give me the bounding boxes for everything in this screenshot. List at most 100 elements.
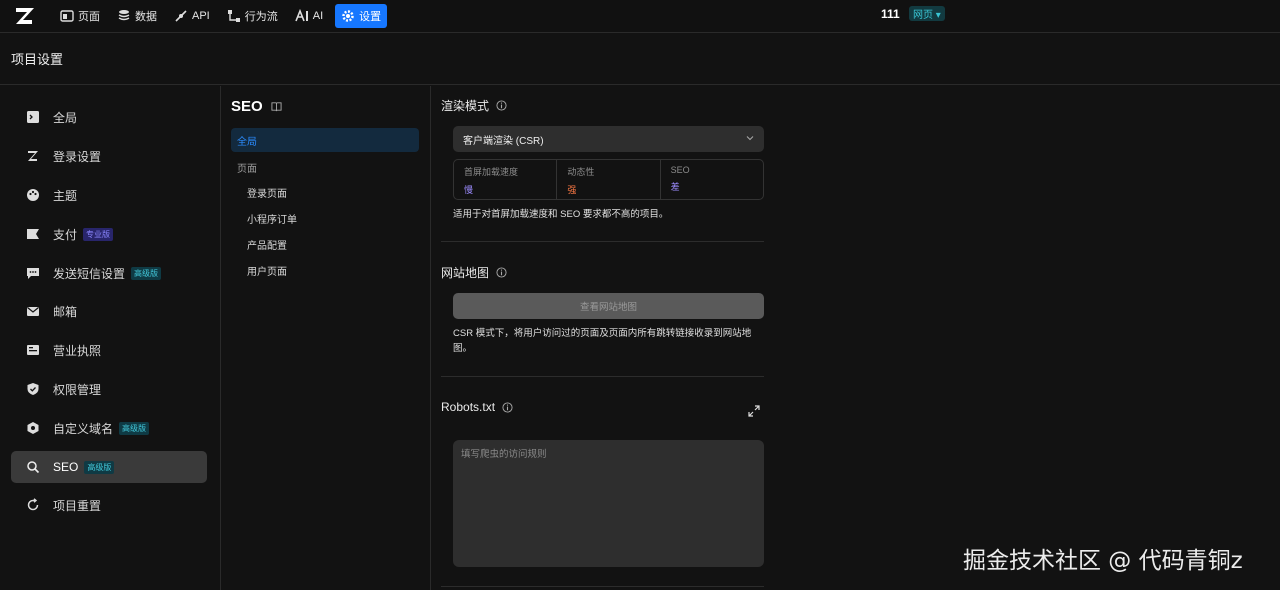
sidebar-item-theme[interactable]: 主题 xyxy=(11,179,207,211)
section-divider xyxy=(441,241,764,242)
reset-icon xyxy=(26,498,40,512)
search-icon xyxy=(26,460,40,474)
database-icon xyxy=(118,10,130,21)
flow-icon xyxy=(227,10,240,22)
sub-panel-title: SEO xyxy=(231,98,282,115)
sidebar-item-label: 邮箱 xyxy=(53,304,78,319)
sidebar-item-login[interactable]: 登录设置 xyxy=(11,140,207,172)
sidebar-item-payment[interactable]: 支付 专业版 xyxy=(11,218,207,250)
render-mode-select[interactable]: 客户端渲染 (CSR) xyxy=(453,126,764,152)
sitemap-description: CSR 模式下，将用户访问过的页面及页面内所有跳转链接收录到网站地图。 xyxy=(453,328,752,354)
sub-item-page[interactable]: 小程序订单 xyxy=(247,211,297,226)
robots-section-title: Robots.txt xyxy=(441,400,513,414)
watermark-text: 掘金技术社区 @ 代码青铜z xyxy=(963,548,1243,574)
robots-textarea[interactable] xyxy=(453,440,764,567)
domain-icon xyxy=(26,421,40,435)
top-bar: 页面 数据 API 行为流 AI 设置 111 网页 ▾ xyxy=(0,0,1280,33)
nav-api-label: API xyxy=(192,10,210,22)
info-icon[interactable] xyxy=(502,401,513,413)
advanced-badge: 高级版 xyxy=(131,266,162,280)
seo-sub-panel: SEO 全局 页面 登录页面 小程序订单 产品配置 用户页面 xyxy=(221,86,431,590)
info-icon[interactable] xyxy=(496,267,507,278)
sidebar-item-label: 权限管理 xyxy=(53,382,102,397)
sidebar-item-reset[interactable]: 项目重置 xyxy=(11,489,207,521)
expand-icon[interactable] xyxy=(748,405,760,417)
sub-group-pages: 页面 xyxy=(237,164,257,175)
sidebar-item-sms[interactable]: 发送短信设置 高级版 xyxy=(11,257,207,289)
sidebar-item-permission[interactable]: 权限管理 xyxy=(11,373,207,405)
project-name: 111 xyxy=(881,7,900,21)
api-icon xyxy=(175,10,187,22)
chevron-down-icon xyxy=(746,136,754,141)
license-icon xyxy=(26,343,40,357)
view-sitemap-button[interactable]: 查看网站地图 xyxy=(453,293,764,319)
nav-pages[interactable]: 页面 xyxy=(55,4,105,28)
sidebar-item-domain[interactable]: 自定义域名 高级版 xyxy=(11,412,207,444)
sidebar-item-seo[interactable]: SEO 高级版 xyxy=(11,451,207,483)
sidebar-item-label: 登录设置 xyxy=(53,149,102,164)
sub-item-page[interactable]: 用户页面 xyxy=(247,263,287,278)
sub-item-page[interactable]: 产品配置 xyxy=(247,237,287,252)
sms-icon xyxy=(26,266,40,280)
terminal-icon xyxy=(26,110,40,124)
page-title: 项目设置 xyxy=(11,52,64,67)
nav-flow[interactable]: 行为流 xyxy=(222,4,283,28)
section-divider xyxy=(441,376,764,377)
sidebar-item-mail[interactable]: 邮箱 xyxy=(11,295,207,327)
metric-value: 慢 xyxy=(464,185,474,195)
metric-seo: SEO 差 xyxy=(659,160,763,199)
nav-api[interactable]: API xyxy=(169,4,215,28)
settings-sidebar: 全局 登录设置 主题 支付 专业版 发送短信设置 高级版 邮箱 营业执照 权限管… xyxy=(0,86,221,590)
nav-settings[interactable]: 设置 xyxy=(335,4,388,28)
render-mode-title: 渲染模式 xyxy=(441,99,490,113)
sidebar-item-license[interactable]: 营业执照 xyxy=(11,334,207,366)
sidebar-item-label: 全局 xyxy=(53,110,78,125)
page-header: 项目设置 xyxy=(0,33,1280,85)
sidebar-item-label: 发送短信设置 xyxy=(53,266,126,281)
render-mode-section-title: 渲染模式 xyxy=(441,97,507,114)
gear-icon xyxy=(342,10,354,22)
sub-panel-title-text: SEO xyxy=(231,98,263,115)
metric-label: SEO xyxy=(670,165,690,175)
metric-label: 动态性 xyxy=(567,167,595,177)
nav-ai[interactable]: AI xyxy=(290,4,328,28)
payment-icon xyxy=(26,227,40,241)
render-mode-selected: 客户端渲染 (CSR) xyxy=(463,135,544,147)
sidebar-item-label: 自定义域名 xyxy=(53,421,114,436)
nav-ai-label: AI xyxy=(312,10,324,22)
mail-icon xyxy=(26,304,40,318)
advanced-badge: 高级版 xyxy=(84,460,115,474)
app-logo-icon[interactable] xyxy=(13,5,37,27)
metric-label: 首屏加载速度 xyxy=(464,167,519,177)
pro-badge: 专业版 xyxy=(83,227,114,241)
robots-title: Robots.txt xyxy=(441,400,496,414)
palette-icon xyxy=(26,188,40,202)
metric-value: 差 xyxy=(670,182,680,192)
advanced-badge: 高级版 xyxy=(119,421,150,435)
render-metrics: 首屏加载速度 慢 动态性 强 SEO 差 xyxy=(453,159,764,200)
sitemap-title: 网站地图 xyxy=(441,266,490,280)
ai-icon xyxy=(294,9,308,22)
book-icon[interactable] xyxy=(271,101,282,112)
render-mode-description: 适用于对首屏加载速度和 SEO 要求都不高的项目。 xyxy=(453,209,669,220)
metric-value: 强 xyxy=(567,185,577,195)
sidebar-item-label: 项目重置 xyxy=(53,498,102,513)
nav-settings-label: 设置 xyxy=(359,11,382,23)
sub-item-page[interactable]: 登录页面 xyxy=(247,185,287,200)
page-icon xyxy=(60,10,74,22)
nav-data[interactable]: 数据 xyxy=(112,4,162,28)
metric-load-speed: 首屏加载速度 慢 xyxy=(454,160,556,199)
env-selector[interactable]: 网页 ▾ xyxy=(909,6,945,21)
login-icon xyxy=(26,149,40,163)
metric-dynamic: 动态性 强 xyxy=(556,160,659,199)
seo-settings-main: 渲染模式 客户端渲染 (CSR) 首屏加载速度 慢 动态性 强 SEO 差 适用… xyxy=(431,86,1280,590)
nav-flow-label: 行为流 xyxy=(244,11,278,23)
sub-item-global[interactable]: 全局 xyxy=(231,128,419,152)
nav-data-label: 数据 xyxy=(135,11,157,23)
info-icon[interactable] xyxy=(496,100,507,111)
sidebar-item-label: 支付 xyxy=(53,227,78,242)
sitemap-section-title: 网站地图 xyxy=(441,264,507,281)
sidebar-item-global[interactable]: 全局 xyxy=(11,101,207,133)
nav-pages-label: 页面 xyxy=(78,11,100,23)
sidebar-item-label: 主题 xyxy=(53,188,78,203)
